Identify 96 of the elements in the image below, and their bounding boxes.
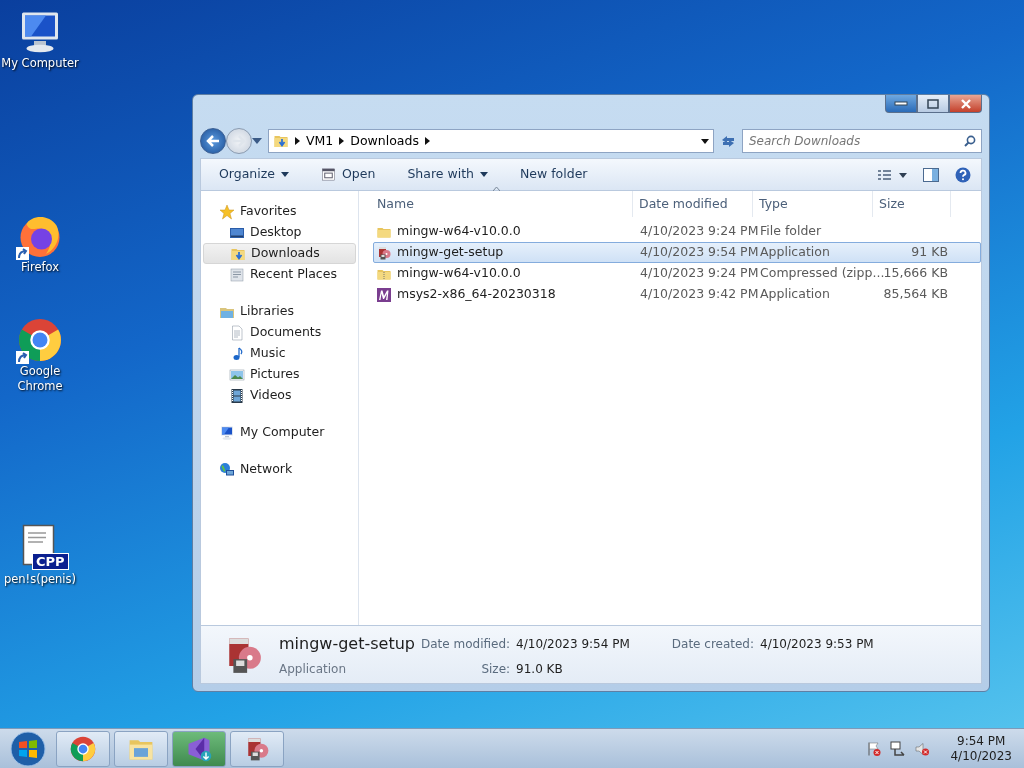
network-globe-icon	[219, 461, 235, 478]
nav-pane-item[interactable]: Favorites	[201, 201, 358, 222]
details-label: Date modified:	[421, 635, 511, 653]
dropdown-arrow-icon[interactable]	[701, 138, 709, 144]
file-size: 15,666 KB	[883, 265, 948, 281]
maximize-icon	[927, 98, 939, 109]
details-value: 91.0 KB	[516, 660, 564, 678]
chevron-icon[interactable]	[339, 137, 345, 145]
back-button[interactable]	[200, 128, 226, 154]
file-type: Application	[760, 286, 830, 302]
nav-pane-item[interactable]: Videos	[201, 385, 358, 406]
details-label: Size:	[480, 660, 511, 678]
clock-time: 9:54 PM	[956, 733, 1007, 749]
nav-pane-item[interactable]: Pictures	[201, 364, 358, 385]
nav-pane-item[interactable]: Documents	[201, 322, 358, 343]
nav-pane-item[interactable]: Desktop	[201, 222, 358, 243]
details-file-type: Application	[279, 660, 348, 678]
speaker-muted-icon[interactable]	[914, 740, 931, 757]
search-field[interactable]: Search Downloads	[742, 129, 982, 153]
file-type-badge: CPP	[32, 553, 69, 570]
history-dropdown-icon[interactable]	[252, 138, 262, 144]
file-date: 4/10/2023 9:54 PM	[640, 244, 759, 260]
installer-icon	[376, 244, 392, 261]
back-arrow-icon	[206, 135, 220, 147]
taskbar-app-button[interactable]	[230, 730, 284, 767]
view-list-icon[interactable]	[877, 168, 907, 181]
flag-icon[interactable]	[866, 740, 883, 757]
nav-pane-item[interactable]: Downloads	[203, 243, 356, 264]
nav-pane-item[interactable]: Music	[201, 343, 358, 364]
letter-m-icon	[376, 286, 392, 303]
file-date: 4/10/2023 9:24 PM	[640, 265, 759, 281]
file-row[interactable]: msys2-x86_64-20230318 4/10/2023 9:42 PMApplication 85,564 KB	[373, 284, 981, 305]
details-value: 4/10/2023 9:54 PM	[516, 635, 630, 653]
nav-pane-item[interactable]: Recent Places	[201, 264, 358, 285]
chevron-icon[interactable]	[295, 137, 300, 145]
minimize-icon	[894, 100, 908, 107]
file-name: mingw-w64-v10.0.0	[397, 222, 521, 241]
file-type: Compressed (zipp...	[760, 265, 885, 281]
forward-arrow-icon	[232, 135, 246, 147]
star-icon	[219, 203, 235, 220]
search-icon	[964, 135, 976, 147]
picture-icon	[229, 366, 245, 383]
details-value: 4/10/2023 9:53 PM	[760, 635, 874, 653]
maximize-button[interactable]	[917, 95, 949, 113]
file-row[interactable]: mingw-w64-v10.0.0 4/10/2023 9:24 PM File folder	[373, 221, 981, 242]
taskbar-app-button[interactable]	[172, 730, 226, 767]
document-list-icon	[229, 266, 245, 283]
browser-icon	[16, 316, 64, 364]
minimize-button[interactable]	[885, 95, 917, 113]
window-icon	[321, 167, 336, 182]
file-row[interactable]: mingw-w64-v10.0.0 4/10/2023 9:24 PMCompressed (zipp...15,666 KB	[373, 263, 981, 284]
file-size: 91 KB	[911, 244, 948, 260]
details-file-name: mingw-get-setup	[279, 632, 415, 655]
address-bar[interactable]: VM1 Downloads	[268, 129, 714, 153]
nav-pane-item[interactable]: Libraries	[201, 301, 358, 322]
computer-icon	[219, 424, 235, 441]
file-date: 4/10/2023 9:42 PM	[640, 286, 759, 302]
column-header[interactable]: Name	[371, 191, 633, 217]
nav-pane-item[interactable]: My Computer	[201, 422, 358, 443]
chevron-icon[interactable]	[424, 137, 430, 145]
close-icon	[959, 98, 972, 109]
column-header[interactable]: Type	[753, 191, 873, 217]
column-header[interactable]: Size	[873, 191, 951, 217]
file-date: 4/10/2023 9:24 PM	[640, 223, 759, 239]
close-button[interactable]	[949, 95, 982, 113]
icon-label: My Computer	[0, 56, 80, 71]
preview-pane-icon[interactable]	[923, 167, 939, 182]
file-name: msys2-x86_64-20230318	[397, 285, 556, 304]
icon-label: Firefox	[19, 260, 61, 275]
download-folder-icon	[273, 133, 289, 149]
icon-label: Google Chrome	[16, 364, 64, 394]
document-icon	[229, 324, 245, 341]
file-type: File folder	[760, 223, 822, 239]
breadcrumb-item[interactable]: Downloads	[350, 131, 419, 151]
file-type: Application	[760, 244, 830, 260]
breadcrumb-item[interactable]: VM1	[306, 131, 334, 151]
icon-label: pen!s(penis)	[2, 572, 78, 587]
file-size: 85,564 KB	[883, 286, 948, 302]
file-row[interactable]: mingw-get-setup 4/10/2023 9:54 PMApplication 91 KB	[373, 242, 981, 263]
file-name: mingw-get-setup	[397, 243, 504, 262]
nav-pane-item[interactable]: Network	[201, 459, 358, 480]
toolbar-button[interactable]: New folder	[511, 163, 596, 186]
toolbar-button[interactable]: Organize	[211, 163, 297, 186]
browser-icon	[69, 734, 97, 763]
taskbar-app-button[interactable]	[56, 730, 110, 767]
refresh-icon[interactable]	[720, 134, 736, 148]
help-icon[interactable]	[955, 166, 971, 183]
toolbar-button[interactable]: Share with	[399, 163, 496, 186]
film-icon	[229, 387, 245, 404]
windows-logo-icon	[10, 730, 46, 767]
clock-date: 4/10/2023	[950, 748, 1012, 764]
toolbar-button[interactable]: Open	[313, 163, 384, 186]
network-cable-icon[interactable]	[890, 740, 907, 757]
column-header[interactable]: Date modified	[633, 191, 753, 217]
file-name: mingw-w64-v10.0.0	[397, 264, 521, 283]
details-label: Date created:	[671, 635, 755, 653]
